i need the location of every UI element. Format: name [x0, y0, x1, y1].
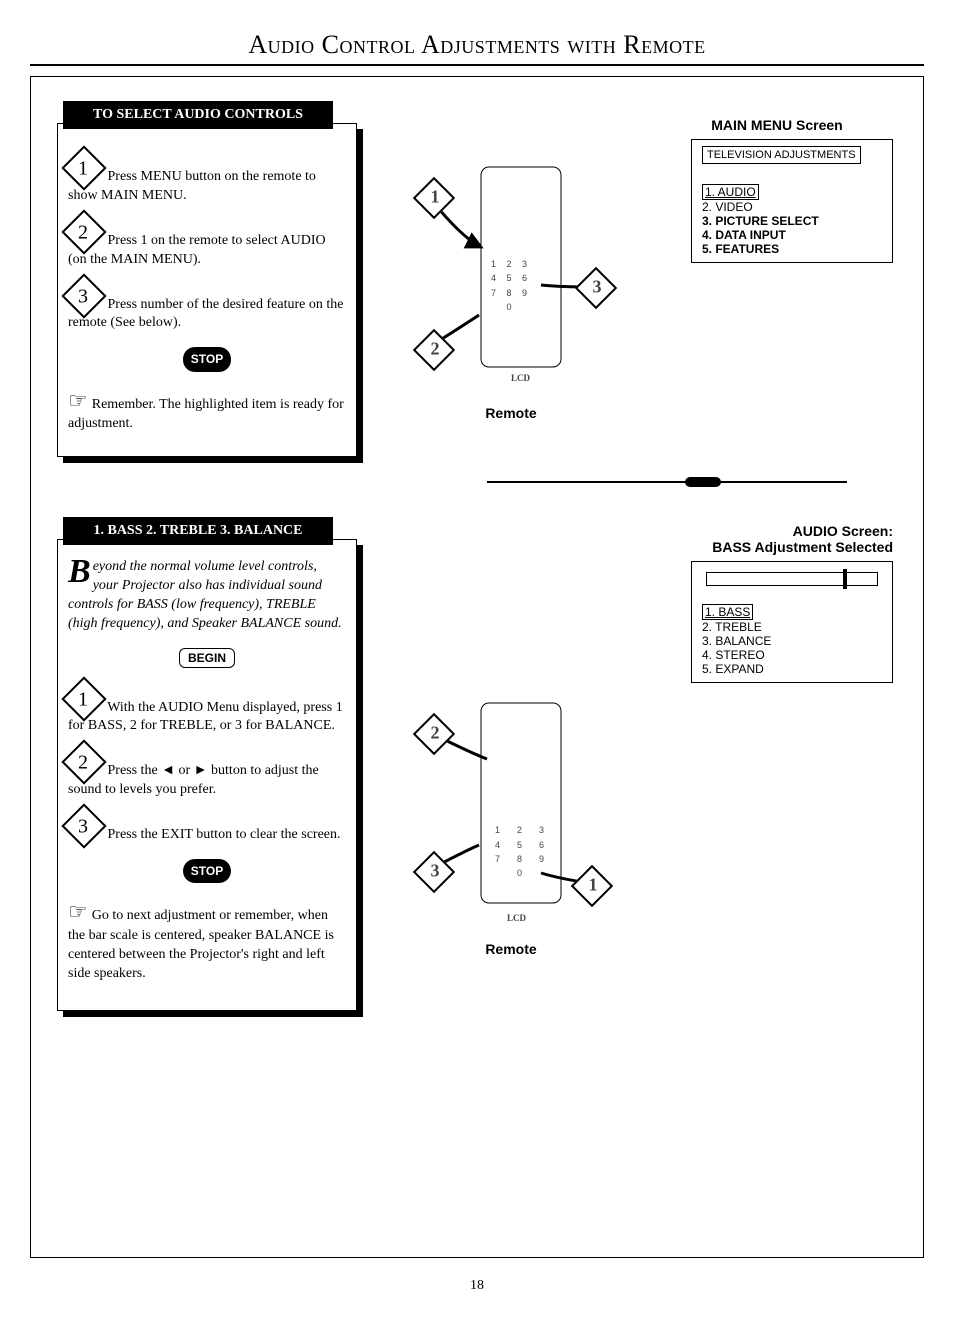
audio-screen-label2: BASS Adjustment Selected [661, 539, 893, 555]
main-menu-label: MAIN MENU Screen [661, 117, 893, 133]
section2-heading: 1. BASS 2. TREBLE 3. BALANCE [63, 517, 333, 545]
bar-scale [706, 572, 878, 586]
main-menu-box: TELEVISION ADJUSTMENTS 1. AUDIO 2. VIDEO… [691, 139, 893, 263]
page-frame: TO SELECT AUDIO CONTROLS 1 Press MENU bu… [30, 76, 924, 1258]
stop-badge-2: STOP [183, 859, 231, 883]
page-title: Audio Control Adjustments with Remote [30, 30, 924, 66]
audio-item-bass: 1. BASS [702, 604, 753, 620]
remote-brand-2: LCD [507, 913, 526, 923]
pointing-hand-icon: ☞ [68, 388, 88, 413]
step1-text: Press MENU button on the remote to show … [68, 169, 316, 203]
remote-brand: LCD [511, 373, 530, 383]
remote-illustration-1: 1 2 3 1 2 34 5 67 8 9 0 LCD [421, 137, 601, 397]
section1-note: Remember. The highlighted item is ready … [68, 397, 344, 432]
s2-note: Go to next adjustment or remember, when … [68, 908, 334, 980]
remote-label-2: Remote [371, 941, 651, 957]
audio-screen-label1: AUDIO Screen: [661, 523, 893, 539]
section2-intro: eyond the normal volume level controls, … [68, 559, 342, 631]
section2-body: Beyond the normal volume level controls,… [57, 539, 357, 1011]
s2-step3: Press the EXIT button to clear the scree… [108, 827, 341, 842]
menu-item-video: 2. VIDEO [702, 200, 882, 214]
menu-item-features: 5. FEATURES [702, 242, 882, 256]
audio-item-stereo: 4. STEREO [702, 648, 882, 662]
dropcap: B [68, 558, 93, 586]
audio-item-treble: 2. TREBLE [702, 620, 882, 634]
menu-item-data: 4. DATA INPUT [702, 228, 882, 242]
audio-screen-box: 1. BASS 2. TREBLE 3. BALANCE 4. STEREO 5… [691, 561, 893, 683]
section1-body: 1 Press MENU button on the remote to sho… [57, 123, 357, 457]
menu-item-picture: 3. PICTURE SELECT [702, 214, 882, 228]
audio-item-balance: 3. BALANCE [702, 634, 882, 648]
main-menu-header: TELEVISION ADJUSTMENTS [702, 146, 861, 164]
audio-item-expand: 5. EXPAND [702, 662, 882, 676]
step2-text: Press 1 on the remote to select AUDIO (o… [68, 233, 326, 267]
stop-badge: STOP [183, 347, 231, 371]
begin-badge: BEGIN [179, 648, 235, 668]
menu-item-audio: 1. AUDIO [702, 184, 759, 200]
remote-illustration-2: 2 3 1 1 2 34 5 67 8 9 0 LCD [421, 673, 601, 933]
section-divider [487, 481, 847, 483]
pointing-hand-icon: ☞ [68, 899, 88, 924]
step3-text: Press number of the desired feature on t… [68, 297, 343, 331]
remote-label-1: Remote [371, 405, 651, 421]
section1-heading: TO SELECT AUDIO CONTROLS [63, 101, 333, 129]
s2-step1: With the AUDIO Menu displayed, press 1 f… [68, 700, 343, 734]
page-number: 18 [30, 1278, 924, 1294]
s2-step2: Press the ◄ or ► button to adjust the so… [68, 763, 319, 797]
